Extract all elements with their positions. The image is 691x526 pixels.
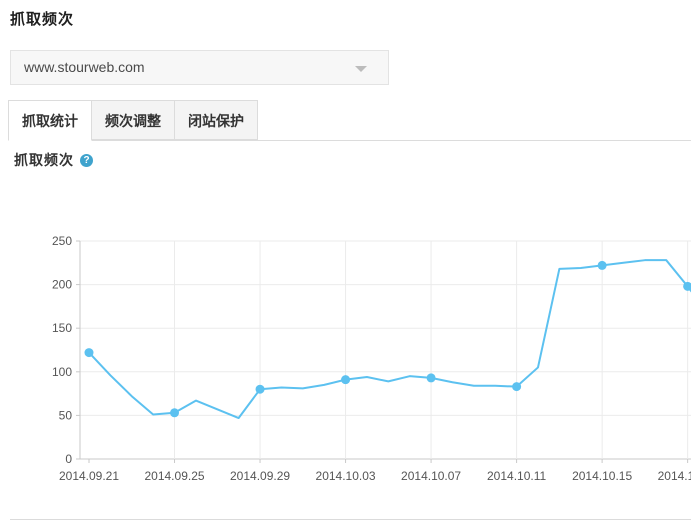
tab-site-closure-protection[interactable]: 闭站保护 (174, 100, 258, 140)
svg-text:2014.09.21: 2014.09.21 (59, 469, 119, 483)
svg-text:0: 0 (65, 452, 72, 466)
chevron-down-icon (355, 66, 367, 72)
crawl-frequency-line-chart: 0 50 100 150 200 250 2014.09.21 2014.09.25 2014.… (0, 220, 691, 500)
svg-text:150: 150 (52, 321, 72, 335)
svg-text:2014.10.11: 2014.10.11 (487, 469, 546, 483)
svg-text:2014.10.15: 2014.10.15 (572, 469, 632, 483)
svg-text:2014.10.03: 2014.10.03 (316, 469, 376, 483)
divider (10, 519, 691, 520)
tab-label: 频次调整 (105, 113, 161, 129)
page-title: 抓取频次 (10, 8, 74, 29)
crawl-frequency-page: 抓取频次 www.stourweb.com 抓取统计 频次调整 闭站保护 抓取频… (0, 0, 691, 526)
section-header: 抓取频次 ? (14, 150, 93, 170)
svg-text:2014.10.19: 2014.10.19 (658, 469, 691, 483)
tab-frequency-adjust[interactable]: 频次调整 (91, 100, 175, 140)
svg-text:250: 250 (52, 234, 72, 248)
tab-crawl-stats[interactable]: 抓取统计 (8, 100, 92, 141)
svg-text:2014.09.25: 2014.09.25 (144, 469, 204, 483)
svg-text:200: 200 (52, 278, 72, 292)
help-icon[interactable]: ? (80, 154, 93, 167)
tab-label: 抓取统计 (22, 113, 78, 129)
site-selector-value: www.stourweb.com (24, 59, 145, 75)
section-title: 抓取频次 (14, 150, 74, 170)
svg-text:100: 100 (52, 365, 72, 379)
svg-text:50: 50 (59, 408, 73, 422)
site-selector-dropdown[interactable]: www.stourweb.com (10, 50, 389, 85)
tab-bar: 抓取统计 频次调整 闭站保护 (8, 100, 691, 141)
svg-text:2014.09.29: 2014.09.29 (230, 469, 290, 483)
svg-text:2014.10.07: 2014.10.07 (401, 469, 461, 483)
tab-label: 闭站保护 (188, 113, 244, 129)
